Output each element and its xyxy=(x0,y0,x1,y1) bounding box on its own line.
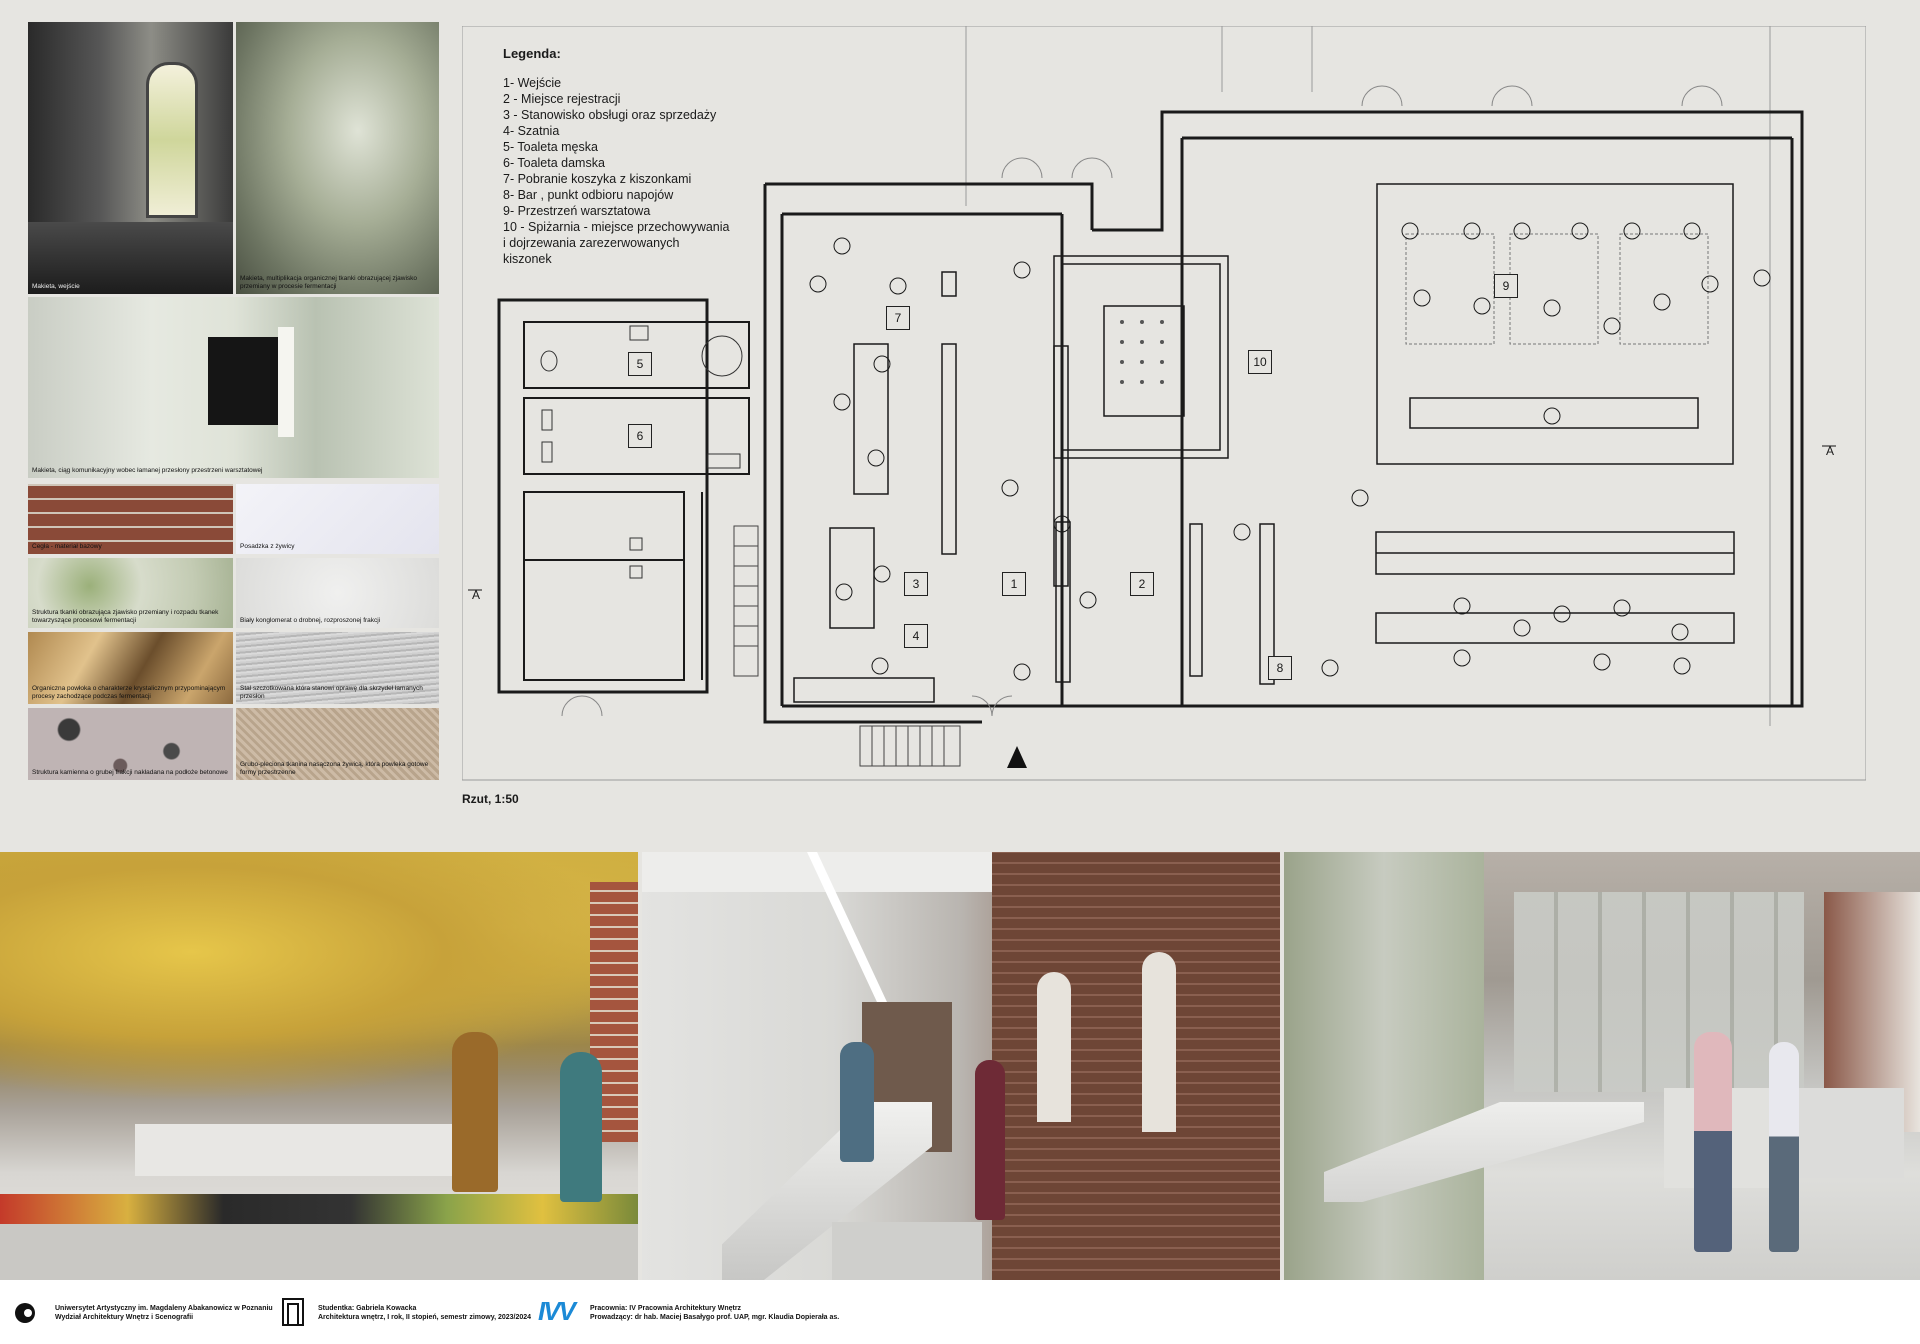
section-marker-left: A xyxy=(472,588,481,602)
resin-floor-swatch: Posadzka z żywicy xyxy=(236,484,439,554)
faculty-name: Wydział Architektury Wnętrz i Scenografi… xyxy=(55,1314,194,1321)
legend-item: 3 - Stanowisko obsługi oraz sprzedaży xyxy=(503,108,717,122)
legend-item: 1- Wejście xyxy=(503,76,562,90)
collage-caption: Struktura tkanki obrazująca zjawisko prz… xyxy=(32,609,219,624)
faculty-logo-icon xyxy=(282,1298,304,1326)
room-label-4: 4 xyxy=(904,624,928,648)
collage-caption: Organiczna powłoka o charakterze krystal… xyxy=(32,685,226,700)
plan-scale-label: Rzut, 1:50 xyxy=(462,792,519,806)
tissue-structure-swatch: Struktura tkanki obrazująca zjawisko prz… xyxy=(28,558,233,628)
legend-item: 5- Toaleta męska xyxy=(503,140,598,154)
model-entrance-photo: Makieta, wejście xyxy=(28,22,233,294)
brick-swatch: Cegła - materiał bazowy xyxy=(28,484,233,554)
collage-caption: Posadzka z żywicy xyxy=(240,543,295,550)
room-label-7: 7 xyxy=(886,306,910,330)
studio-logo-icon: IVV xyxy=(538,1296,576,1326)
collage-caption: Cegła - materiał bazowy xyxy=(32,543,102,550)
room-label-8: 8 xyxy=(1268,656,1292,680)
render-workshop-space xyxy=(1284,852,1920,1280)
collage-caption: Makieta, wejście xyxy=(32,283,80,290)
collage-caption: Makieta, multiplikacja organicznej tkank… xyxy=(240,275,418,290)
student-name: Studentka: Gabriela Kowacka xyxy=(318,1305,417,1312)
university-logo-icon xyxy=(15,1303,35,1323)
section-marker-right: A xyxy=(1826,444,1835,458)
stone-structure-swatch: Struktura kamienna o grubej frakcji nakł… xyxy=(28,708,233,780)
legend-item: 4- Szatnia xyxy=(503,124,560,138)
render-bar-corridor xyxy=(642,852,1280,1280)
model-organic-tissue-photo: Makieta, multiplikacja organicznej tkank… xyxy=(236,22,439,294)
room-label-6: 6 xyxy=(628,424,652,448)
legend-item: i dojrzewania zarezerwowanych xyxy=(503,236,680,250)
legend-title: Legenda: xyxy=(503,46,561,61)
legend: Legenda: 1- Wejście 2 - Miejsce rejestra… xyxy=(503,46,729,267)
room-label-5: 5 xyxy=(628,352,652,376)
room-label-1: 1 xyxy=(1002,572,1026,596)
room-label-2: 2 xyxy=(1130,572,1154,596)
room-label-10: 10 xyxy=(1248,350,1272,374)
university-name: Uniwersytet Artystyczny im. Magdaleny Ab… xyxy=(55,1305,273,1312)
white-conglomerate-swatch: Biały konglomerat o drobnej, rozproszone… xyxy=(236,558,439,628)
legend-item: 2 - Miejsce rejestracji xyxy=(503,92,621,106)
studio-supervisors: Prowadzący: dr hab. Maciej Basałygo prof… xyxy=(590,1314,840,1321)
legend-item: 7- Pobranie koszyka z kiszonkami xyxy=(503,172,692,186)
crystalline-coating-swatch: Organiczna powłoka o charakterze krystal… xyxy=(28,632,233,704)
collage-caption: Struktura kamienna o grubej frakcji nakł… xyxy=(32,769,228,776)
collage-caption: Stal szczotkowana która stanowi oprawę d… xyxy=(240,685,423,700)
legend-item: 10 - Spiżarnia - miejsce przechowywania xyxy=(503,220,730,234)
room-label-9: 9 xyxy=(1494,274,1518,298)
student-program: Architektura wnętrz, I rok, II stopień, … xyxy=(318,1314,532,1321)
room-label-3: 3 xyxy=(904,572,928,596)
legend-item: 9- Przestrzeń warsztatowa xyxy=(503,204,651,218)
render-vegetable-counter xyxy=(0,852,638,1280)
collage-caption: Biały konglomerat o drobnej, rozproszone… xyxy=(240,617,381,624)
collage-caption: Grubo-pleciona tkanina nasączona żywicą,… xyxy=(240,761,429,776)
woven-fabric-swatch: Grubo-pleciona tkanina nasączona żywicą,… xyxy=(236,708,439,780)
legend-item: 8- Bar , punkt odbioru napojów xyxy=(503,188,674,202)
brushed-steel-swatch: Stal szczotkowana która stanowi oprawę d… xyxy=(236,632,439,704)
footer: Uniwersytet Artystyczny im. Magdaleny Ab… xyxy=(0,1280,1920,1344)
collage-caption: Makieta, ciąg komunikacyjny wobec łamane… xyxy=(32,467,263,474)
model-corridor-photo: Makieta, ciąg komunikacyjny wobec łamane… xyxy=(28,297,439,478)
legend-item: kiszonek xyxy=(503,252,552,266)
legend-item: 6- Toaleta damska xyxy=(503,156,605,170)
studio-name: Pracownia: IV Pracownia Architektury Wnę… xyxy=(590,1305,742,1312)
